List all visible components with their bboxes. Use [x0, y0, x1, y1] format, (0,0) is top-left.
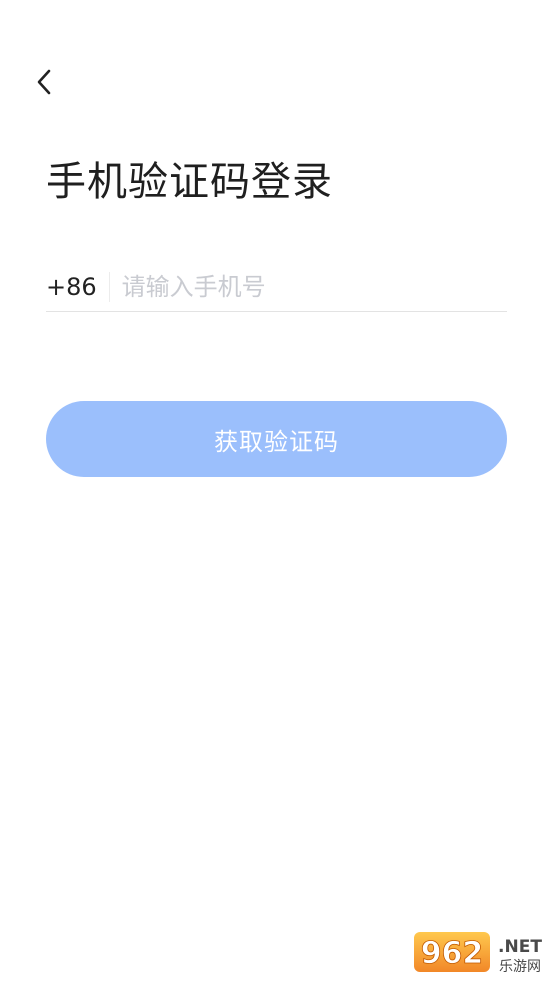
phone-number-input[interactable] [109, 261, 507, 312]
svg-text:.NET: .NET [498, 937, 542, 957]
page-title: 手机验证码登录 [46, 159, 333, 205]
back-button[interactable] [26, 62, 62, 102]
country-code-selector[interactable]: +86 [46, 262, 109, 312]
site-watermark-logo: 962 .NET 乐游网 [414, 930, 547, 976]
chevron-left-icon [37, 69, 51, 95]
svg-text:乐游网: 乐游网 [499, 959, 541, 975]
get-verification-code-button[interactable]: 获取验证码 [46, 401, 507, 477]
svg-text:962: 962 [421, 936, 484, 971]
phone-field-row: +86 [46, 261, 507, 312]
